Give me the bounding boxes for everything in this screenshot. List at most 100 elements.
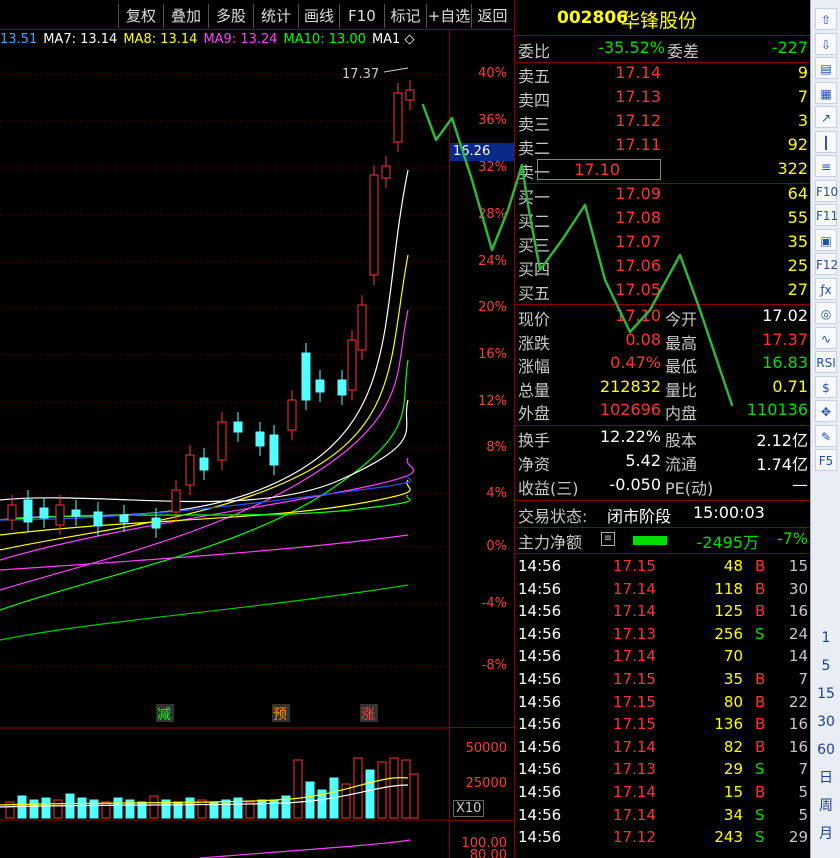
trade-tick-row: 14:56 17.14 82 B 16 <box>515 738 811 761</box>
quote-row: 收益(三) -0.050 PE(动) — <box>515 475 811 499</box>
tick-volume: 118 <box>714 579 743 598</box>
volume-bar <box>29 799 39 819</box>
trend-icon[interactable]: ↗ <box>815 106 837 128</box>
candle <box>217 421 227 461</box>
toolbar-button-3[interactable]: 统计 <box>253 4 298 28</box>
f5-icon[interactable]: F5 <box>815 449 837 471</box>
fund-label: 流通 <box>665 455 698 474</box>
volume-bar <box>305 781 315 819</box>
tick-volume: 243 <box>714 828 743 847</box>
pct-axis-label: 24% <box>478 254 507 269</box>
f10-list-icon[interactable]: ≡ <box>815 155 837 177</box>
quote-row: 总量 212832 量比 0.71 <box>515 377 811 401</box>
tick-volume: 34 <box>723 805 743 824</box>
up-arrow-icon[interactable]: ⇧ <box>815 8 837 30</box>
pct-axis-label: -4% <box>481 596 507 611</box>
dollar-icon[interactable]: $ <box>815 375 837 398</box>
tick-price: 17.15 <box>613 670 656 688</box>
period-button[interactable]: 月 <box>815 823 837 845</box>
bid-price[interactable]: 17.09 <box>615 184 661 203</box>
f10-icon[interactable]: F10 <box>815 179 838 202</box>
quote-row: 卖一 17.10 322 <box>515 159 811 183</box>
toolbar-button-4[interactable]: 画线 <box>298 4 339 28</box>
tick-price: 17.15 <box>613 557 656 575</box>
ask-label: 卖五 <box>518 67 551 86</box>
ask-price[interactable]: 17.10 <box>537 159 661 180</box>
toolbar-button-2[interactable]: 多股 <box>208 4 253 28</box>
table-icon[interactable]: ▦ <box>815 81 837 104</box>
list-icon[interactable]: ≡ <box>601 532 615 546</box>
toolbar-button-0[interactable]: 复权 <box>118 4 163 28</box>
stock-title-bar: 002806 华锋股份 <box>515 0 811 36</box>
period-button[interactable]: 日 <box>815 767 837 789</box>
price-axis: 40% 36% 32% 28% 24% 20% 16% 12% 8% 4% 0% -4% -8% 16.2… <box>449 30 514 858</box>
move-icon[interactable]: ✥ <box>815 400 837 422</box>
ma-legend-item: MA8: 13.14 <box>123 32 198 47</box>
volume-axis-label: 50000 <box>465 741 507 756</box>
tick-chart-icon[interactable]: ▤ <box>815 57 837 79</box>
fx-icon[interactable]: ƒx <box>815 277 837 300</box>
bid-label: 买三 <box>518 236 551 255</box>
tick-time: 14:56 <box>518 828 562 847</box>
event-marker[interactable]: 涨 <box>361 707 375 723</box>
period-button[interactable]: 60 <box>815 739 837 761</box>
wave-icon[interactable]: ∿ <box>815 326 837 349</box>
event-marker[interactable]: 预 <box>273 707 287 723</box>
toolbar-button-5[interactable]: F10 <box>339 4 384 28</box>
candle <box>151 517 161 529</box>
circle-icon[interactable]: ◎ <box>815 302 837 324</box>
toolbar-button-8[interactable]: 返回 <box>471 4 513 28</box>
f12-icon[interactable]: F12 <box>815 253 838 275</box>
pencil-icon[interactable]: ✎ <box>815 424 837 447</box>
period-button[interactable]: 30 <box>815 711 837 733</box>
trade-tick-row: 14:56 17.13 256 S 24 <box>515 625 811 648</box>
period-button[interactable]: 5 <box>815 655 837 677</box>
down-arrow-icon[interactable]: ⇩ <box>815 32 837 55</box>
quote-row: 净资 5.42 流通 1.74亿 <box>515 451 811 475</box>
bid-volume: 27 <box>787 280 808 299</box>
tick-side: B <box>755 557 766 575</box>
ask-volume: 322 <box>777 159 808 178</box>
period-button[interactable]: 周 <box>815 795 837 817</box>
fund-label: 收益(三) <box>518 479 579 498</box>
kline-icon[interactable]: ┃ <box>815 130 837 153</box>
tick-price: 17.12 <box>613 828 656 847</box>
tick-count: 7 <box>798 760 808 779</box>
quote-row: 涨幅 0.47% 最低 16.83 <box>515 353 811 377</box>
period-button[interactable]: 1 <box>815 627 837 649</box>
kline-chart[interactable]: 17.37 减 预 涨 <box>0 50 449 858</box>
ask-price[interactable]: 17.14 <box>615 63 661 82</box>
tick-side: B <box>755 737 766 756</box>
toolbar-button-6[interactable]: 标记 <box>384 4 426 28</box>
bid-volume: 35 <box>787 232 808 251</box>
ask-price[interactable]: 17.11 <box>615 135 661 154</box>
bid-price[interactable]: 17.07 <box>615 232 661 251</box>
tick-side: B <box>755 670 766 688</box>
candle <box>405 89 415 101</box>
stat-label: 内盘 <box>665 404 698 423</box>
candle <box>185 454 195 486</box>
ma-legend-item: MA9: 13.24 <box>203 32 278 47</box>
f11-icon[interactable]: F11 <box>815 204 838 226</box>
bid-volume: 64 <box>787 184 808 203</box>
toolbar-button-1[interactable]: 叠加 <box>163 4 208 28</box>
bid-volume: 55 <box>787 208 808 227</box>
bid-price[interactable]: 17.05 <box>615 280 661 299</box>
volume-bar <box>41 797 51 819</box>
rsi-icon[interactable]: RSI <box>815 351 837 373</box>
note-icon[interactable]: ▣ <box>815 228 837 251</box>
flow-bar <box>633 536 667 545</box>
bid-price[interactable]: 17.08 <box>615 208 661 227</box>
tick-count: 24 <box>788 624 808 643</box>
quote-row: 卖三 17.12 3 <box>515 111 811 135</box>
ask-price[interactable]: 17.13 <box>615 87 661 106</box>
trade-tick-row: 14:56 17.15 48 B 15 <box>515 557 811 580</box>
stat-label: 外盘 <box>518 404 551 423</box>
toolbar-button-7[interactable]: +自选 <box>426 4 471 28</box>
bid-price[interactable]: 17.06 <box>615 256 661 275</box>
pct-axis-label: 32% <box>478 160 507 175</box>
period-button[interactable]: 15 <box>815 683 837 705</box>
event-marker[interactable]: 减 <box>157 707 171 723</box>
tick-time: 14:56 <box>518 579 562 598</box>
ask-price[interactable]: 17.12 <box>615 111 661 130</box>
